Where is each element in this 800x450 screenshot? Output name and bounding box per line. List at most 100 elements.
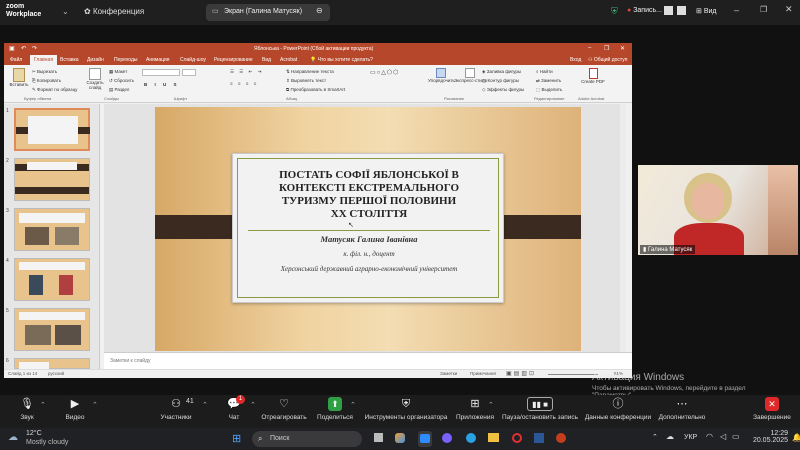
align-text-button[interactable]: ⇕ Выровнять текст: [286, 78, 326, 84]
list-buttons[interactable]: ☰ ☰ ⇤ ⇥: [230, 69, 263, 75]
tray-chevron-icon[interactable]: ⌃: [652, 433, 658, 441]
viber-icon[interactable]: [442, 433, 452, 443]
create-pdf-button[interactable]: Create PDF: [579, 68, 607, 84]
opera-icon[interactable]: [512, 433, 522, 443]
tab-slideshow[interactable]: Слайд-шоу: [180, 57, 206, 63]
keyboard-language[interactable]: УКР: [684, 434, 697, 441]
slide-thumbnail-1[interactable]: [14, 108, 90, 151]
tab-insert[interactable]: Вставка: [60, 57, 79, 63]
current-slide[interactable]: ПОСТАТЬ СОФІЇ ЯБЛОНСЬКОЇ В КОНТЕКСТІ ЕКС…: [155, 107, 581, 351]
task-view-icon[interactable]: [374, 433, 383, 442]
slide-thumbnail-5[interactable]: [14, 308, 90, 351]
shape-fill-button[interactable]: ◈ Заливка фигуры: [482, 69, 521, 75]
minimize-icon[interactable]: –: [734, 5, 739, 15]
security-shield-icon[interactable]: ⛨: [611, 6, 618, 17]
meeting-info-button[interactable]: ⓘ Данные конференции: [582, 397, 654, 421]
tab-design[interactable]: Дизайн: [87, 57, 104, 63]
windows-start-icon[interactable]: ⊞: [232, 432, 241, 445]
layout-button[interactable]: ▦ Макет: [109, 69, 127, 75]
pause-recording-button[interactable]: ▮▮ ■ Пауза/остановить запись: [500, 397, 580, 421]
format-painter-button[interactable]: ✎ Формат по образцу: [32, 87, 77, 93]
shape-effects-button[interactable]: ◇ Эффекты фигуры: [482, 87, 524, 93]
more-icon[interactable]: ⊖: [316, 6, 323, 15]
apps-button[interactable]: ⊞ Приложения: [445, 397, 505, 421]
status-language[interactable]: русский: [48, 371, 64, 376]
recording-indicator[interactable]: ● Запись...: [627, 7, 662, 14]
undo-icon[interactable]: ↶: [21, 45, 26, 52]
slide-thumbnail-2[interactable]: [14, 158, 90, 201]
conference-info[interactable]: ✿ Конференция: [84, 7, 144, 16]
pause-record-icon[interactable]: [664, 6, 673, 15]
tab-acrobat[interactable]: Acrobat: [280, 57, 297, 63]
tab-animations[interactable]: Анимация: [146, 57, 169, 63]
status-comments-button[interactable]: Примечания: [470, 371, 496, 376]
slide-thumbnail-6[interactable]: [14, 358, 90, 369]
find-button[interactable]: ⌕ Найти: [536, 69, 553, 74]
view-mode-buttons[interactable]: ▣▤▥⊡: [506, 370, 536, 377]
share-button[interactable]: ⚇ Общий доступ: [588, 57, 627, 63]
redo-icon[interactable]: ↷: [32, 45, 37, 52]
participants-button[interactable]: ⚇ Участники: [146, 397, 206, 421]
clock[interactable]: 12:29 20.05.2025: [746, 430, 788, 444]
word-icon[interactable]: [534, 433, 544, 443]
taskbar-search[interactable]: ⌕ Поиск: [252, 431, 362, 447]
share-caret-icon[interactable]: ⌃: [350, 401, 356, 409]
ppt-close-icon[interactable]: ✕: [620, 45, 625, 52]
participant-video-tile[interactable]: ▮ Галина Матусяк: [638, 165, 798, 255]
file-explorer-icon[interactable]: [488, 433, 499, 442]
sign-in-link[interactable]: Вход: [570, 57, 581, 63]
onedrive-icon[interactable]: ☁: [666, 432, 674, 441]
tab-view[interactable]: Вид: [262, 57, 271, 63]
powerpoint-icon[interactable]: [556, 433, 566, 443]
shapes-gallery[interactable]: ▭○△⬠⬡: [370, 69, 399, 76]
text-direction-button[interactable]: ⇅ Направление текста: [286, 69, 334, 75]
new-slide-button[interactable]: Создать слайд: [84, 68, 106, 90]
close-window-icon[interactable]: ✕: [785, 4, 793, 15]
select-button[interactable]: ⬚ Выделить: [536, 87, 562, 93]
tell-me-box[interactable]: 💡 Что вы хотите сделать?: [310, 57, 373, 63]
tab-home[interactable]: Главная: [30, 55, 58, 65]
stop-record-icon[interactable]: [677, 6, 686, 15]
tab-review[interactable]: Рецензирование: [214, 57, 253, 63]
font-name-field[interactable]: [142, 69, 180, 76]
zoom-slider[interactable]: [548, 374, 598, 375]
apps-caret-icon[interactable]: ⌃: [488, 401, 494, 409]
notes-pane[interactable]: Заметки к слайду: [104, 352, 632, 369]
replace-button[interactable]: ⇄ Заменить: [536, 78, 561, 84]
shape-outline-button[interactable]: ▢ Контур фигуры: [482, 78, 519, 84]
copilot-icon[interactable]: [395, 433, 405, 443]
battery-icon[interactable]: ▭: [732, 432, 740, 441]
slide-thumbnail-3[interactable]: [14, 208, 90, 251]
ppt-minimize-icon[interactable]: –: [588, 45, 591, 51]
font-style-buttons[interactable]: B I U S: [144, 82, 180, 87]
copy-button[interactable]: ⎘ Копировать: [32, 78, 61, 83]
telegram-icon[interactable]: [466, 433, 476, 443]
ppt-restore-icon[interactable]: ❐: [604, 45, 609, 52]
video-caret-icon[interactable]: ⌃: [92, 401, 98, 409]
view-button[interactable]: ⊞ Вид: [696, 7, 717, 15]
more-button[interactable]: ⋯ Дополнительно: [652, 397, 712, 421]
chevron-down-icon[interactable]: ⌄: [62, 7, 69, 16]
share-screen-button[interactable]: ⬆ Поделиться: [305, 397, 365, 421]
font-size-field[interactable]: [182, 69, 196, 76]
arrange-button[interactable]: Упорядочить: [428, 68, 455, 83]
align-buttons[interactable]: ≡ ≡ ≡ ≡: [230, 81, 258, 86]
section-button[interactable]: ▤ Раздел: [109, 87, 129, 93]
slide-thumbnail-4[interactable]: [14, 258, 90, 301]
wifi-icon[interactable]: ◠: [706, 432, 713, 441]
host-tools-button[interactable]: ⛨ Инструменты организатора: [362, 397, 450, 421]
screen-share-pill[interactable]: ▭ Экран (Галина Матусяк) ⊖: [206, 4, 330, 21]
cut-button[interactable]: ✂ Вырезать: [32, 69, 57, 75]
notifications-icon[interactable]: 🔔: [792, 433, 800, 442]
tab-file[interactable]: Файл: [10, 57, 22, 63]
end-meeting-button[interactable]: ✕ Завершение: [742, 397, 800, 421]
tab-transitions[interactable]: Переходы: [114, 57, 137, 63]
smartart-button[interactable]: ⧉ Преобразовать в SmartArt: [286, 87, 345, 92]
reset-button[interactable]: ↺ Сбросить: [109, 78, 134, 84]
volume-icon[interactable]: ◁: [720, 432, 726, 441]
restore-icon[interactable]: ❐: [760, 5, 767, 14]
editor-scrollbar[interactable]: [620, 104, 626, 352]
paste-button[interactable]: Вставить: [8, 68, 30, 87]
status-notes-button[interactable]: Заметки: [440, 371, 457, 376]
save-icon[interactable]: ▣: [9, 45, 15, 52]
